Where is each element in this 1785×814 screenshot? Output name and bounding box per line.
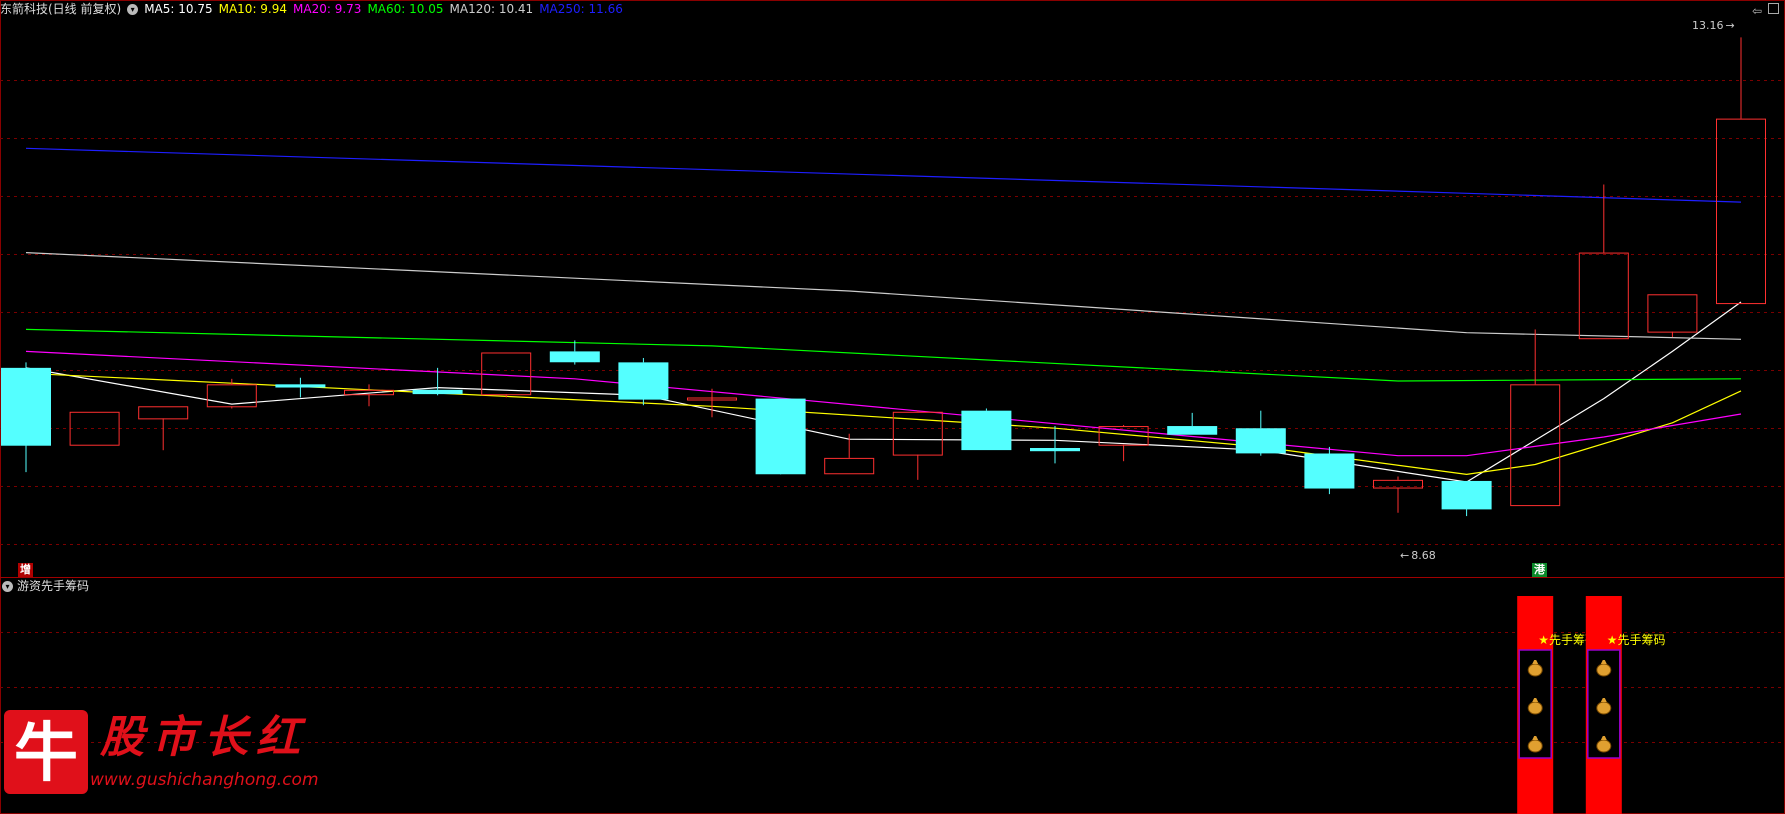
signal-column: ★先手筹码: [1517, 596, 1597, 814]
logo-char: 牛: [14, 716, 78, 791]
candle: [1441, 480, 1492, 517]
candle: [1373, 476, 1423, 513]
candle: [549, 340, 600, 365]
logo-url: www.gushichanghong.com: [90, 770, 319, 790]
candle: [1235, 410, 1286, 456]
candle-body-down: [1, 367, 51, 446]
candle-body-down: [1167, 426, 1218, 435]
candle-body-up: [481, 352, 532, 396]
min-price-value: 8.68: [1411, 549, 1436, 562]
window-restore-icon[interactable]: [1768, 3, 1779, 14]
candle: [1716, 37, 1766, 305]
money-bag-body: [1527, 663, 1543, 677]
ma-line-ma120: [25, 252, 1742, 340]
ma-line-ma250: [25, 147, 1742, 203]
candle: [412, 367, 463, 396]
candle-body-down: [1304, 453, 1355, 489]
candle: [344, 384, 394, 407]
collapse-circle-icon[interactable]: ▾: [2, 581, 13, 592]
candle: [1, 362, 51, 473]
money-bag-body: [1596, 701, 1612, 715]
sub-panel-title: 游资先手筹码: [17, 579, 90, 593]
settings-circle-icon[interactable]: ▾: [127, 4, 139, 15]
chart-stage: ★先手筹码 ★先手筹码 东箭科技(日线 前复权) ▾ MA5: 10.75 MA10: …: [0, 0, 1785, 814]
candle-body-down: [1235, 428, 1286, 454]
min-price-label: ← 8.68: [1400, 549, 1436, 562]
max-price-label: 13.16 →: [1692, 19, 1735, 32]
ma-label: MA20: 9.73: [293, 2, 362, 16]
candle-body-down: [275, 384, 326, 388]
ma-line-ma10: [25, 372, 1742, 476]
money-bag-body: [1527, 701, 1543, 715]
candle-body-down: [1030, 448, 1080, 452]
candle-body-up: [824, 457, 875, 475]
event-tag-left[interactable]: 增: [18, 563, 33, 577]
ma-label: MA250: 11.66: [539, 2, 623, 16]
ma-line-ma60: [25, 328, 1742, 382]
candle-body-down: [549, 351, 600, 363]
money-bag-body: [1527, 739, 1543, 753]
candle-body-down: [755, 398, 806, 475]
candle-body-up: [1578, 252, 1629, 340]
watermark-logo: 牛 股市长红 www.gushichanghong.com: [4, 708, 319, 804]
candle: [1167, 412, 1218, 435]
candle: [138, 406, 189, 451]
sub-panel-header: ▾ 游资先手筹码: [0, 577, 89, 595]
candle: [1030, 426, 1080, 464]
ma-labels: MA5: 10.75 MA10: 9.94 MA20: 9.73 MA60: 10.0…: [144, 2, 629, 16]
ma-label: MA5: 10.75: [144, 2, 213, 16]
event-tag-right[interactable]: 港: [1532, 563, 1547, 577]
logo-title: 股市长红: [100, 712, 308, 763]
candle-body-up: [138, 406, 189, 420]
candle: [1578, 184, 1629, 340]
ma-line-ma20: [25, 350, 1742, 457]
ma-line-ma5: [25, 301, 1742, 483]
candle-body-down: [618, 362, 669, 400]
logo-badge: 牛: [4, 710, 88, 794]
ma-label: MA10: 9.94: [218, 2, 288, 16]
candle: [755, 398, 806, 475]
main-chart-header: 东箭科技(日线 前复权) ▾ MA5: 10.75 MA10: 9.94 MA20: 9…: [0, 0, 1785, 18]
kline-chart[interactable]: ★先手筹码 ★先手筹码: [0, 0, 1785, 814]
candle-body-up: [1647, 294, 1698, 333]
candle: [961, 408, 1012, 451]
candle: [618, 357, 669, 406]
ma-label: MA60: 10.05: [367, 2, 444, 16]
candle: [1647, 294, 1698, 338]
candle: [1510, 329, 1561, 507]
candle: [1304, 446, 1355, 495]
candle-body-up: [1510, 384, 1561, 507]
stock-title: 东箭科技(日线 前复权): [0, 2, 122, 16]
money-bag-body: [1596, 739, 1612, 753]
max-arrow-icon: ⇦: [1752, 4, 1763, 18]
candle-body-down: [1441, 480, 1492, 510]
signal-column: ★先手筹码: [1585, 596, 1666, 814]
candle-body-up: [1716, 118, 1766, 305]
money-bag-body: [1596, 663, 1612, 677]
candle-body-down: [412, 389, 463, 395]
ma-label: MA120: 10.41: [449, 2, 534, 16]
max-price-value: 13.16: [1692, 19, 1724, 32]
chart-frame: [0, 0, 1785, 814]
signal-label: ★先手筹码: [1607, 633, 1666, 647]
candle-body-down: [961, 410, 1012, 451]
